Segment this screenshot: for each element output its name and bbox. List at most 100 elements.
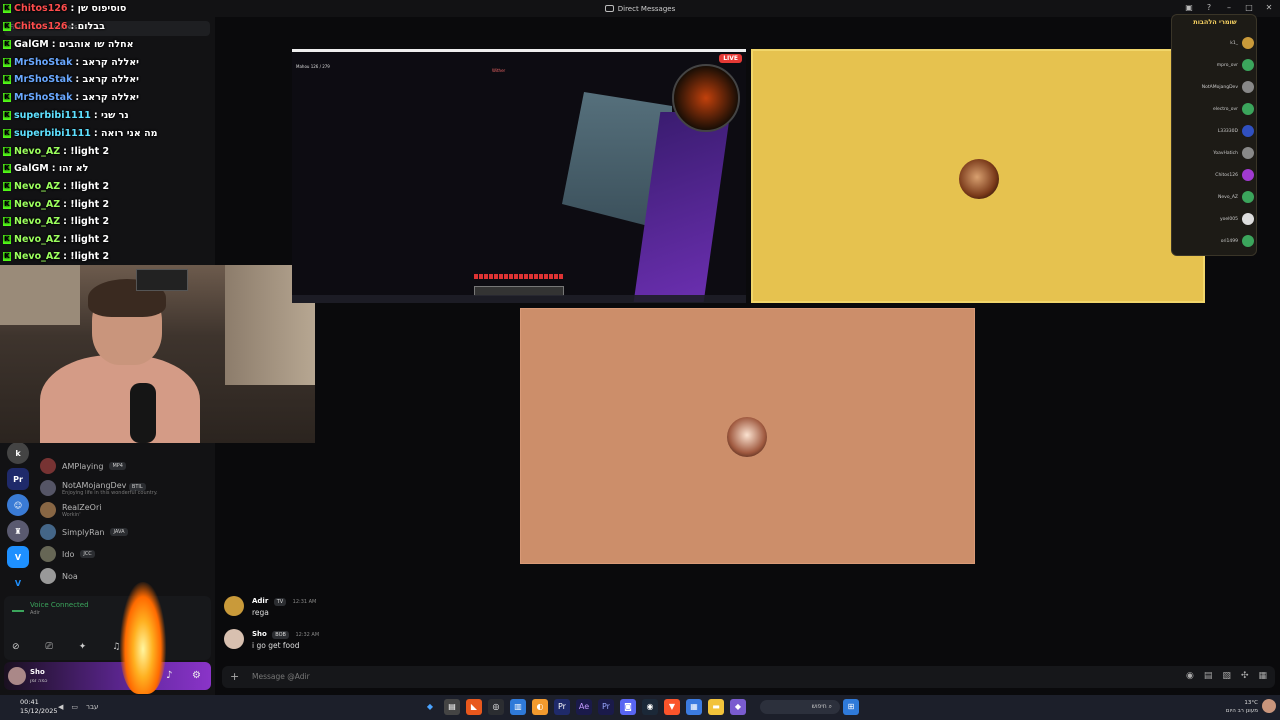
apps-icon[interactable]: ✣ bbox=[1241, 671, 1249, 681]
message[interactable]: Sho BOB 12:32 AM i go get food bbox=[222, 625, 922, 658]
member-tag: MP4 bbox=[109, 462, 126, 470]
message-header: Adir TV 12:31 AM bbox=[252, 597, 316, 606]
user-name[interactable]: Sho bbox=[30, 668, 45, 676]
taskbar-search[interactable]: חיפוש ⌕ bbox=[760, 700, 840, 714]
message-author[interactable]: Sho bbox=[252, 630, 267, 638]
help-icon[interactable]: ? bbox=[1204, 3, 1214, 12]
voice-panel: Voice Connected Adir ⊘ ⎚ ✦ ♫ bbox=[4, 596, 211, 660]
after-effects-icon[interactable]: Ae bbox=[576, 699, 592, 715]
close-button[interactable]: ✕ bbox=[1264, 3, 1274, 12]
voice-channel[interactable]: Adir bbox=[30, 610, 40, 616]
participant-tile-sho[interactable] bbox=[520, 308, 975, 564]
premiere-icon[interactable]: Pr bbox=[598, 699, 614, 715]
voice-status[interactable]: Voice Connected bbox=[30, 601, 89, 609]
add-attachment-icon[interactable]: + bbox=[230, 670, 239, 683]
server-icon-premiere[interactable]: Pr bbox=[7, 468, 29, 490]
avatar[interactable] bbox=[8, 667, 26, 685]
avatar bbox=[1242, 125, 1254, 137]
volume-icon[interactable]: ◀ bbox=[58, 703, 63, 711]
message-input[interactable]: Message @Adir bbox=[252, 672, 310, 681]
list-item[interactable]: NotAMojangDev BTIL Enjoying life in this… bbox=[40, 477, 210, 499]
server-icon[interactable]: ☺ bbox=[7, 494, 29, 516]
participant-tile-adir[interactable] bbox=[751, 49, 1205, 303]
stream-controls[interactable] bbox=[292, 295, 746, 303]
chat-line: K Chitos126: סוסיפוס שן bbox=[3, 3, 126, 14]
network-icon[interactable]: ▭ bbox=[71, 703, 78, 711]
weather-widget[interactable]: 13°C מעונן רב היום bbox=[1226, 699, 1258, 715]
leaderboard-row: Nevo_AZ bbox=[1176, 187, 1254, 207]
server-icon[interactable]: V bbox=[7, 572, 29, 594]
flame-overlay bbox=[120, 582, 166, 694]
avatar bbox=[40, 480, 56, 496]
chat-user: MrShoStak bbox=[14, 57, 73, 68]
app-icon[interactable]: ▥ bbox=[510, 699, 526, 715]
kick-icon: K bbox=[3, 22, 11, 31]
chat-message: : !light 2 bbox=[63, 216, 110, 227]
window-title: Direct Messages bbox=[617, 4, 676, 13]
list-item[interactable]: RealZeOri Workin' bbox=[40, 499, 210, 521]
app-icon[interactable]: ▦ bbox=[686, 699, 702, 715]
message-author[interactable]: Adir bbox=[252, 597, 268, 605]
server-icon[interactable]: ♜ bbox=[7, 520, 29, 542]
server-icon[interactable]: k bbox=[7, 442, 29, 464]
taskbar-clock[interactable]: 00:41 15/12/2025 bbox=[20, 698, 57, 716]
list-item[interactable]: AMPlaying MP4 bbox=[40, 455, 210, 477]
headphones-icon[interactable]: ♪ bbox=[166, 670, 172, 681]
windows-start-icon[interactable]: ⊞ bbox=[843, 699, 859, 715]
emoji-icon[interactable]: ▦ bbox=[1258, 671, 1267, 681]
kick-icon: K bbox=[3, 75, 11, 84]
discord-icon[interactable]: ◙ bbox=[620, 699, 636, 715]
message-composer[interactable]: + Message @Adir ◉ ▤ ▧ ✣ ▦ bbox=[222, 666, 1275, 688]
search-label: חיפוש bbox=[811, 703, 827, 710]
member-name: NotAMojangDev bbox=[62, 480, 127, 490]
copilot-icon[interactable]: ◆ bbox=[422, 699, 438, 715]
screen-share-icon[interactable]: ⎚ bbox=[46, 642, 53, 652]
activity-icon[interactable]: ✦ bbox=[79, 642, 87, 652]
server-icon[interactable]: V bbox=[7, 546, 29, 568]
chat-user: GalGM bbox=[14, 39, 49, 50]
message[interactable]: Adir TV 12:31 AM rega bbox=[222, 592, 922, 625]
avatar bbox=[40, 546, 56, 562]
chat-line: K Chitos126: בבלום bbox=[3, 21, 105, 32]
inbox-icon[interactable]: ▣ bbox=[1184, 3, 1194, 12]
app-icon[interactable]: ◎ bbox=[488, 699, 504, 715]
chat-user: Nevo_AZ bbox=[14, 181, 61, 192]
leaderboard-row: k1_ bbox=[1176, 33, 1254, 53]
chat-user: Nevo_AZ bbox=[14, 216, 61, 227]
app-icon[interactable]: ◣ bbox=[466, 699, 482, 715]
file-explorer-icon[interactable]: ▬ bbox=[708, 699, 724, 715]
message-header: Sho BOB 12:32 AM bbox=[252, 630, 319, 639]
brave-icon[interactable]: ▼ bbox=[664, 699, 680, 715]
steam-icon[interactable]: ◉ bbox=[642, 699, 658, 715]
avatar[interactable] bbox=[224, 629, 244, 649]
sticker-icon[interactable]: ▧ bbox=[1222, 671, 1231, 681]
leaderboard-row: ori1499 bbox=[1176, 231, 1254, 251]
gift-icon[interactable]: ◉ bbox=[1186, 671, 1194, 681]
chat-user: Nevo_AZ bbox=[14, 146, 61, 157]
chat-user: Nevo_AZ bbox=[14, 234, 61, 245]
list-item[interactable]: SimplyRan JAVA bbox=[40, 521, 210, 543]
app-icon[interactable]: Pr bbox=[554, 699, 570, 715]
app-icon[interactable]: ◐ bbox=[532, 699, 548, 715]
leaderboard-name: NotAMojangDev bbox=[1201, 84, 1238, 90]
camera-off-icon[interactable]: ⊘ bbox=[12, 642, 20, 652]
language-indicator[interactable]: עבר bbox=[86, 703, 98, 711]
leaderboard-row: L33330D bbox=[1176, 121, 1254, 141]
microphone bbox=[130, 383, 156, 443]
leaderboard-name: Chitos126 bbox=[1215, 172, 1238, 178]
minimize-button[interactable]: – bbox=[1224, 3, 1234, 12]
list-item[interactable]: Noa bbox=[40, 565, 210, 587]
gif-icon[interactable]: ▤ bbox=[1204, 671, 1213, 681]
app-icon[interactable]: ◆ bbox=[730, 699, 746, 715]
list-item[interactable]: Ido JCC bbox=[40, 543, 210, 565]
kick-icon: K bbox=[3, 58, 11, 67]
screen-share-tile[interactable]: Mahou 126 / 279 Wither LIVE bbox=[292, 49, 746, 303]
gear-icon[interactable]: ⚙ bbox=[192, 670, 201, 681]
taskview-icon[interactable]: ▤ bbox=[444, 699, 460, 715]
weather-temp: 13°C bbox=[1244, 700, 1258, 706]
chat-user: GalGM bbox=[14, 163, 49, 174]
avatar[interactable] bbox=[224, 596, 244, 616]
kick-icon: K bbox=[3, 147, 11, 156]
chat-user: Nevo_AZ bbox=[14, 251, 61, 262]
maximize-button[interactable]: □ bbox=[1244, 3, 1254, 12]
